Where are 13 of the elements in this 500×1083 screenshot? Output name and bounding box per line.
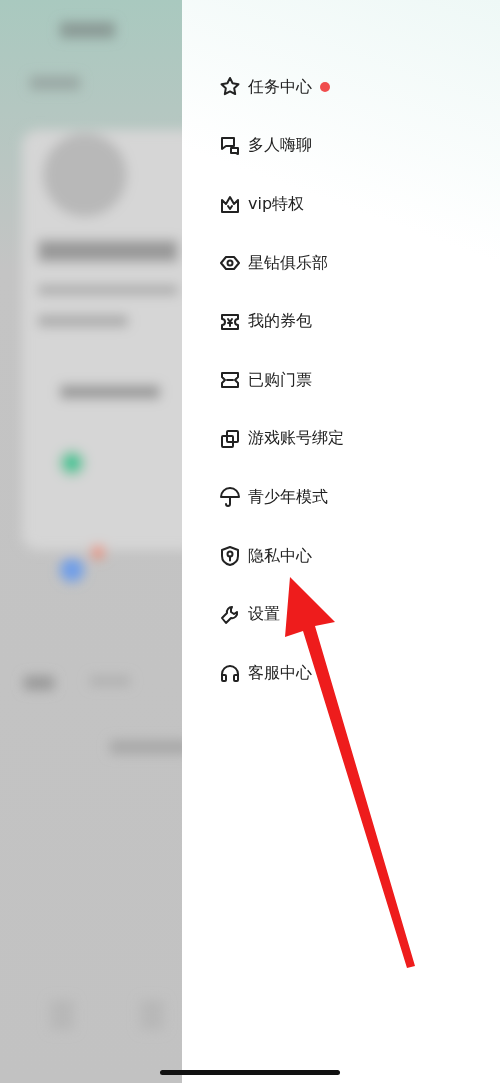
umbrella-icon <box>218 485 242 510</box>
menu-item[interactable]: 青少年模式 <box>248 486 328 508</box>
menu-item[interactable]: vip特权 <box>248 194 305 215</box>
menu-item[interactable]: 客服中心 <box>248 662 312 684</box>
menu-item[interactable]: 游戏账号绑定 <box>248 428 344 450</box>
menu-item[interactable]: 已购门票 <box>248 369 312 391</box>
menu-item[interactable]: 我的券包 <box>248 311 312 333</box>
menu-item[interactable]: 设置 <box>248 604 280 626</box>
shield-icon <box>218 544 242 569</box>
menu-item[interactable]: 任务中心 <box>248 76 312 98</box>
menu-item[interactable]: 隐私中心 <box>248 545 312 567</box>
menu-item[interactable]: 多人嗨聊 <box>248 135 312 157</box>
menu-item[interactable]: 星钻俱乐部 <box>248 252 328 274</box>
